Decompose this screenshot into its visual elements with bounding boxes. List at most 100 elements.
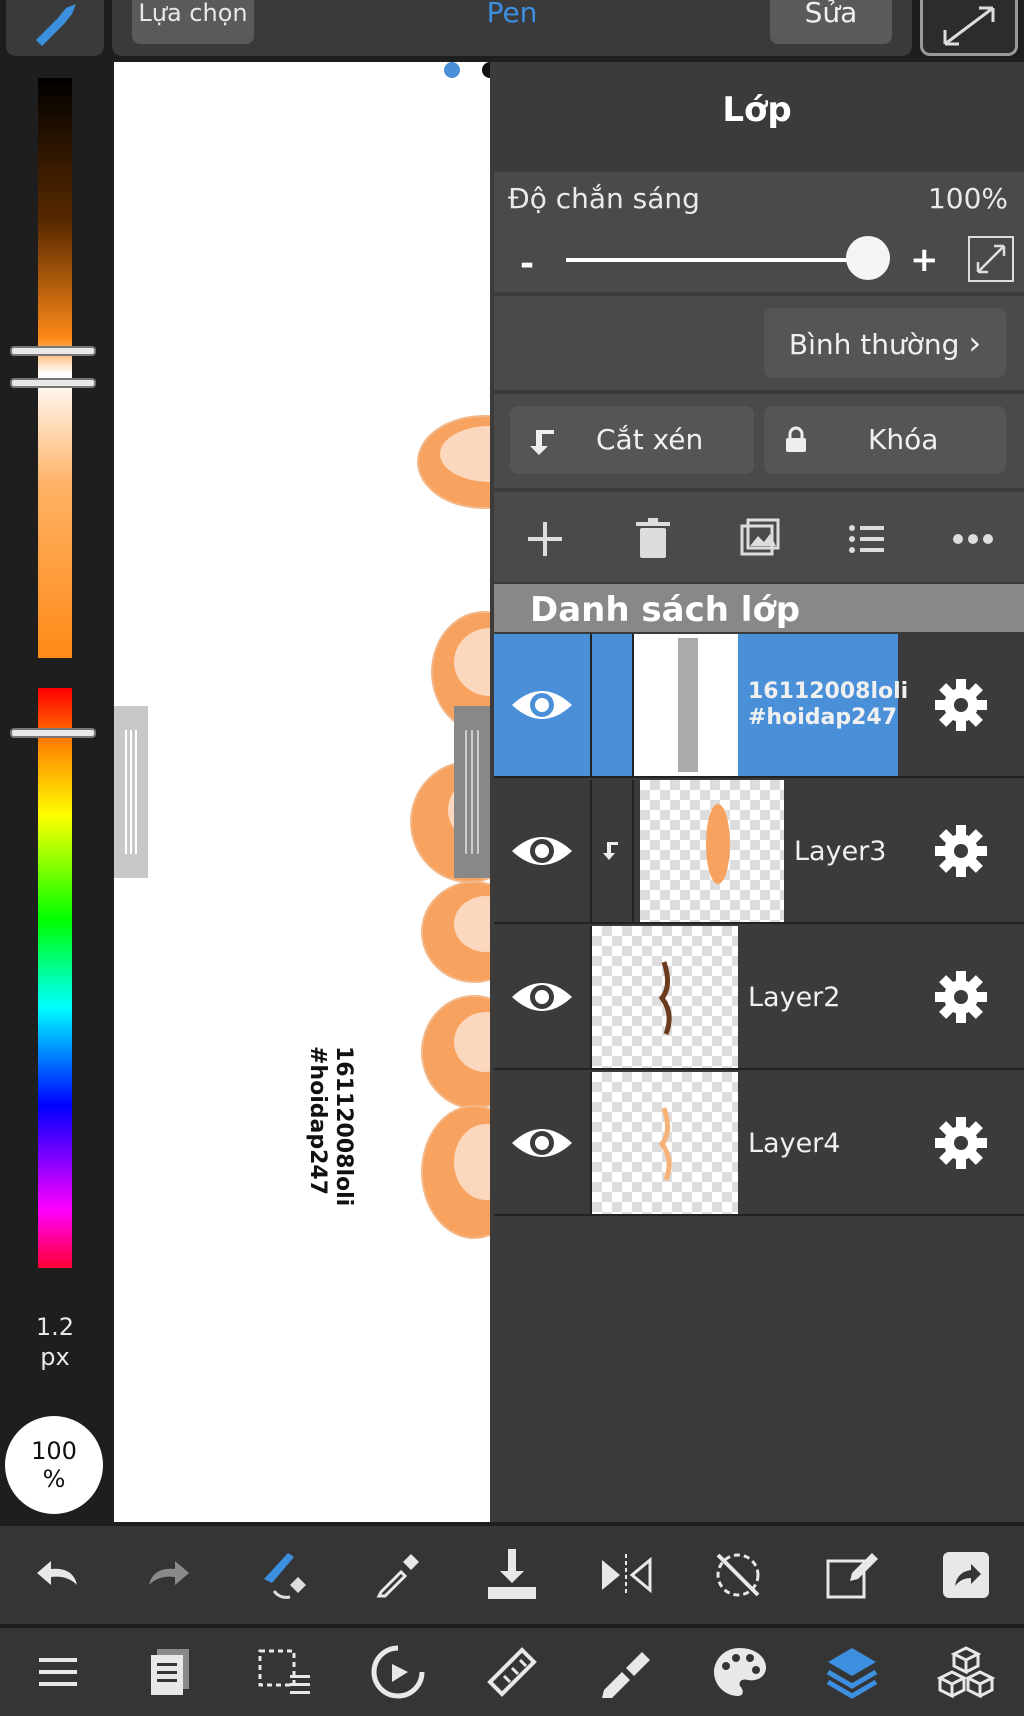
- canvas-scroll-handle-right[interactable]: [454, 706, 490, 878]
- canvas-scroll-handle-left[interactable]: [114, 706, 148, 878]
- lock-icon: [786, 426, 806, 452]
- layers-icon: [826, 1648, 878, 1699]
- layer-visibility-toggle[interactable]: [494, 634, 592, 776]
- material-button[interactable]: [926, 1632, 1006, 1712]
- clipping-label: Cắt xén: [596, 423, 704, 456]
- hue-handle[interactable]: [10, 728, 96, 738]
- opacity-increase-button[interactable]: +: [910, 240, 939, 280]
- layer-visibility-toggle[interactable]: [494, 1072, 592, 1214]
- color-palette-button[interactable]: [700, 1632, 780, 1712]
- more-options-button[interactable]: [948, 514, 998, 564]
- brightness-handle-top[interactable]: [10, 346, 96, 356]
- lock-label: Khóa: [868, 423, 939, 456]
- trash-icon: [636, 518, 670, 558]
- selection-button[interactable]: Lựa chọn: [132, 0, 254, 44]
- material-icon: [936, 1646, 996, 1699]
- list-icon: [849, 525, 884, 553]
- expand-button[interactable]: [920, 0, 1018, 56]
- layer-settings-button[interactable]: [898, 1072, 1024, 1214]
- brush-size-readout[interactable]: 1.2 px: [20, 1312, 90, 1372]
- menu-icon: [39, 1658, 77, 1686]
- lock-button[interactable]: Khóa: [764, 406, 1006, 474]
- opacity-expand-button[interactable]: [968, 236, 1014, 282]
- expand-icon: [976, 244, 1006, 274]
- ruler-icon: [487, 1647, 537, 1697]
- hue-slider[interactable]: [38, 688, 72, 1268]
- share-button[interactable]: [926, 1535, 1006, 1615]
- brush-size-value: 1.2: [35, 1313, 75, 1341]
- add-layer-button[interactable]: [520, 514, 570, 564]
- layer-list-header: Danh sách lớp: [494, 584, 1024, 632]
- delete-layer-button[interactable]: [628, 514, 678, 564]
- import-image-button[interactable]: [734, 514, 784, 564]
- layer-name[interactable]: Layer4: [738, 1072, 898, 1214]
- layer-row[interactable]: 16112008loli #hoidap247: [494, 634, 1024, 778]
- image-icon: [740, 518, 780, 556]
- redo-button[interactable]: [128, 1535, 208, 1615]
- canvas-artwork: [410, 415, 490, 1239]
- clip-arrow-icon: [530, 430, 554, 455]
- layer-name[interactable]: Layer2: [738, 926, 898, 1068]
- edit-export-button[interactable]: [812, 1535, 892, 1615]
- brush-transform-icon: [264, 1553, 306, 1599]
- layer-settings-button[interactable]: [898, 634, 1024, 776]
- brush-button[interactable]: [6, 0, 104, 56]
- transform-rotate-button[interactable]: [358, 1632, 438, 1712]
- edit-button[interactable]: Sửa: [770, 0, 892, 44]
- opacity-decrease-button[interactable]: -: [520, 244, 534, 284]
- pages-button[interactable]: [130, 1632, 210, 1712]
- layers-button[interactable]: [812, 1632, 892, 1712]
- layer-row[interactable]: Layer2: [494, 926, 1024, 1070]
- brush-transform-button[interactable]: [244, 1535, 324, 1615]
- layer3-thumbnail-art: [706, 804, 730, 884]
- gear-icon: [935, 825, 987, 877]
- plus-icon: [528, 522, 562, 556]
- clipping-button[interactable]: Cắt xén: [510, 406, 754, 474]
- more-icon: [953, 534, 993, 544]
- share-icon: [943, 1552, 989, 1598]
- layer-row[interactable]: Layer3: [494, 780, 1024, 924]
- drawing-canvas[interactable]: [114, 62, 490, 1522]
- fill-brush-button[interactable]: [586, 1632, 666, 1712]
- undo-button[interactable]: [18, 1535, 98, 1615]
- rotate-icon: [371, 1645, 425, 1699]
- page-indicator-dot: [444, 62, 460, 78]
- flip-button[interactable]: [586, 1535, 666, 1615]
- brightness-slider[interactable]: [38, 78, 72, 658]
- zoom-indicator[interactable]: 100 %: [5, 1416, 103, 1514]
- opacity-value: 100%: [927, 182, 1008, 215]
- watermark-line1: 16112008loli: [331, 1046, 356, 1207]
- zoom-unit: %: [42, 1465, 66, 1493]
- bottom-toolbar-primary: [0, 1526, 1024, 1624]
- gear-icon: [935, 971, 987, 1023]
- download-icon: [488, 1549, 536, 1599]
- layer-name-line2: #hoidap247: [748, 705, 898, 730]
- rotation-lock-button[interactable]: [698, 1535, 778, 1615]
- eyedropper-button[interactable]: [358, 1535, 438, 1615]
- layer-name[interactable]: Layer3: [784, 780, 898, 922]
- panel-title: Lớp: [722, 90, 792, 130]
- main-menu-button[interactable]: [18, 1632, 98, 1712]
- layer-settings-button[interactable]: [898, 926, 1024, 1068]
- layer-settings-button[interactable]: [898, 780, 1024, 922]
- layer2-thumbnail-art: [658, 961, 672, 1035]
- bottom-toolbar-secondary: [0, 1628, 1024, 1716]
- save-download-button[interactable]: [472, 1535, 552, 1615]
- opacity-slider-knob[interactable]: [846, 236, 890, 280]
- layer-list-button[interactable]: [842, 514, 892, 564]
- gear-icon: [935, 1117, 987, 1169]
- gear-icon: [935, 679, 987, 731]
- brightness-handle[interactable]: [10, 378, 96, 388]
- layer-visibility-toggle[interactable]: [494, 780, 592, 922]
- ruler-button[interactable]: [472, 1632, 552, 1712]
- opacity-slider[interactable]: [566, 258, 868, 262]
- selection-tool-button[interactable]: [244, 1632, 324, 1712]
- layer-visibility-toggle[interactable]: [494, 926, 592, 1068]
- layer-name[interactable]: 16112008loli #hoidap247: [738, 634, 908, 776]
- layer-row[interactable]: Layer4: [494, 1072, 1024, 1216]
- chevron-right-icon: ›: [968, 324, 982, 362]
- eye-icon: [512, 983, 572, 1011]
- current-tool-label[interactable]: Pen: [420, 0, 604, 40]
- blend-mode-button[interactable]: Bình thường ›: [764, 308, 1006, 378]
- zoom-value: 100: [31, 1437, 77, 1465]
